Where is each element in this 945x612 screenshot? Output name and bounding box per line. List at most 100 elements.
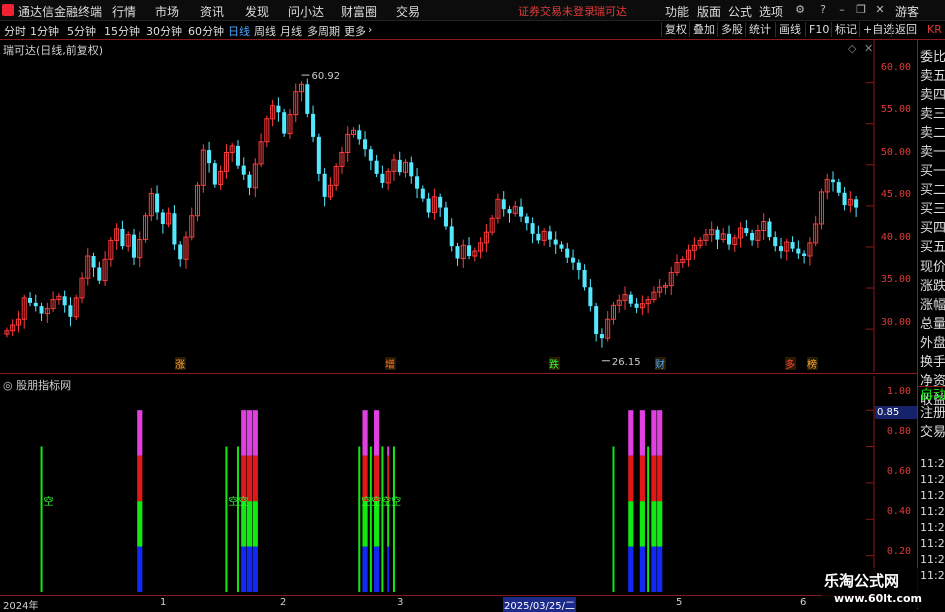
indicator-chart[interactable]: 空空空 空空空空 — [0, 376, 875, 594]
guest-label[interactable]: 游客 — [895, 3, 919, 20]
signal-line — [647, 446, 650, 592]
auto-button[interactable]: 自动 — [920, 384, 945, 403]
draw-line-button[interactable]: 画线 — [775, 22, 804, 37]
stack-bar-segment — [651, 455, 657, 502]
quote-label: 换手 — [920, 355, 945, 370]
settings-icon[interactable]: ⚙ — [794, 4, 806, 16]
stats-button[interactable]: 统计 — [745, 22, 774, 37]
quote-label: 总量 — [920, 317, 945, 332]
stack-bar-segment — [252, 455, 258, 502]
candle-body — [507, 209, 512, 214]
date-tick: 3 — [397, 597, 404, 608]
app-title: 通达信金融终端 — [18, 5, 103, 19]
candle-body — [750, 233, 755, 241]
kong-label: 空 — [44, 495, 54, 508]
candle-body — [530, 223, 535, 234]
quote-label: 现价 — [920, 260, 945, 275]
stack-bar-segment — [241, 455, 247, 502]
date-tick: 2024年 — [3, 601, 39, 612]
quote-panel: 委比 卖五 卖四 卖三 卖二 卖一 买一 买二 买三 买四 买五 现价 涨跌 涨… — [917, 40, 945, 609]
menu-item-quotes[interactable]: 行情 — [112, 3, 136, 20]
date-tick: 6 — [800, 597, 807, 608]
menu-item-discover[interactable]: 发现 — [245, 3, 269, 20]
pane-divider[interactable] — [0, 373, 917, 374]
candle-body — [33, 302, 38, 307]
close-icon[interactable]: ✕ — [874, 4, 886, 16]
signal-text: 多 — [785, 358, 795, 371]
candle-body — [842, 192, 847, 206]
register-button[interactable]: 注册 — [920, 402, 945, 421]
menu-item-wealth[interactable]: 财富圈 — [341, 3, 377, 20]
candle-body — [420, 188, 425, 199]
menu-item-ask[interactable]: 问小达 — [288, 3, 324, 20]
signal-text: 榜 — [807, 358, 817, 371]
candle-body — [235, 145, 240, 166]
restore-icon[interactable]: ❐ — [855, 4, 867, 16]
candle-body — [247, 174, 252, 188]
stack-bar-segment — [374, 455, 380, 502]
mark-button[interactable]: 标记 — [831, 22, 860, 37]
candle-body — [322, 173, 327, 197]
signal-line — [358, 446, 361, 592]
stack-bar-segment — [639, 455, 645, 502]
period-toolbar: 分时 1分钟 5分钟 15分钟 30分钟 60分钟 日线 周线 月线 多周期 更… — [0, 21, 945, 40]
stack-bar-segment — [137, 455, 143, 502]
kr-label[interactable]: KR — [924, 22, 945, 37]
signal-line — [225, 446, 228, 592]
date-tick: 5 — [676, 597, 683, 608]
candle-body — [357, 130, 362, 140]
quote-label: 买三 — [920, 202, 945, 217]
candle-body — [576, 262, 581, 270]
help-icon[interactable]: ? — [817, 4, 829, 16]
stack-bar-segment — [387, 446, 390, 456]
trade-button[interactable]: 交易 — [920, 421, 945, 440]
f10-button[interactable]: F10 — [805, 22, 832, 37]
candle-body — [363, 139, 368, 150]
indicator-tick: 0.60 — [886, 466, 911, 477]
stack-bar-segment — [657, 455, 663, 502]
period-5min[interactable]: 5分钟 — [67, 23, 96, 39]
period-15min[interactable]: 15分钟 — [104, 23, 140, 39]
menu-item-news[interactable]: 资讯 — [200, 3, 224, 20]
candle-body — [796, 248, 801, 254]
period-intraday[interactable]: 分时 — [4, 23, 26, 39]
low-label: 26.15 — [612, 357, 641, 368]
tick-time: 11:29 — [920, 537, 945, 550]
menu-item-trade[interactable]: 交易 — [396, 3, 420, 20]
overlay-button[interactable]: 叠加 — [689, 22, 718, 37]
period-weekly[interactable]: 周线 — [254, 23, 276, 39]
candle-body — [155, 193, 160, 213]
stack-bar-segment — [362, 546, 368, 592]
period-more[interactable]: 更多 — [344, 23, 366, 39]
period-30min[interactable]: 30分钟 — [146, 23, 182, 39]
back-button[interactable]: 返回 — [891, 22, 920, 37]
stack-bar-segment — [374, 546, 380, 592]
indicator-tick: 0.80 — [886, 426, 911, 437]
app-logo-icon — [2, 4, 14, 16]
period-daily[interactable]: 日线 — [228, 23, 250, 39]
quote-label: 卖二 — [920, 126, 945, 141]
indicator-tick: 0.20 — [886, 546, 911, 557]
menu-item-formula[interactable]: 公式 — [728, 3, 752, 20]
multi-stock-button[interactable]: 多股 — [717, 22, 746, 37]
candle-body — [426, 198, 431, 213]
stack-bar-segment — [362, 455, 368, 502]
candlestick-chart[interactable]: 60.92 26.15 涨 增 跌 财 多榜 — [0, 40, 875, 372]
period-monthly[interactable]: 月线 — [280, 23, 302, 39]
stack-bar-segment — [374, 410, 380, 456]
minimize-icon[interactable]: – — [836, 4, 848, 16]
menu-item-layout[interactable]: 版面 — [697, 3, 721, 20]
menu-item-options[interactable]: 选项 — [759, 3, 783, 20]
candle-body — [91, 256, 96, 268]
period-60min[interactable]: 60分钟 — [188, 23, 224, 39]
candle-body — [854, 199, 859, 208]
chevron-right-icon[interactable]: › — [368, 23, 372, 36]
candle-body — [628, 294, 633, 304]
menu-item-market[interactable]: 市场 — [155, 3, 179, 20]
login-warning[interactable]: 证券交易未登录 — [518, 3, 595, 19]
period-multi[interactable]: 多周期 — [307, 23, 340, 39]
period-1min[interactable]: 1分钟 — [30, 23, 59, 39]
menu-item-function[interactable]: 功能 — [665, 3, 689, 20]
stack-bar-segment — [137, 501, 143, 547]
adjust-button[interactable]: 复权 — [661, 22, 690, 37]
